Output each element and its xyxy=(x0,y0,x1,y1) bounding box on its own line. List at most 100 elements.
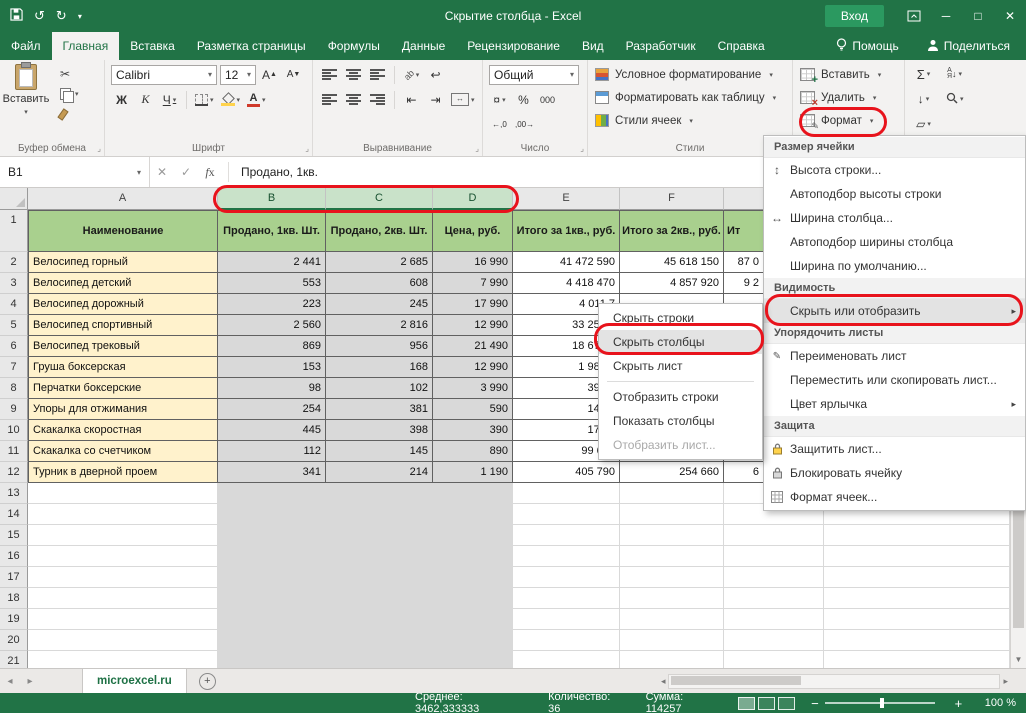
submenu-item-unhide-sheet[interactable]: Отобразить лист... xyxy=(599,433,762,457)
cell-B6[interactable]: 869 xyxy=(218,336,326,357)
close-button[interactable]: ✕ xyxy=(994,0,1026,32)
cell-B12[interactable]: 341 xyxy=(218,462,326,483)
cell-C8[interactable]: 102 xyxy=(326,378,433,399)
italic-button[interactable]: К xyxy=(135,90,156,110)
ribbon-tab-data[interactable]: Данные xyxy=(391,32,456,60)
cell-F2[interactable]: 45 618 150 xyxy=(620,252,724,273)
menu-item-tab-color[interactable]: Цвет ярлычка▸ xyxy=(764,392,1025,416)
row-header-10[interactable]: 10 xyxy=(0,420,28,441)
new-sheet-button[interactable]: + xyxy=(199,673,216,690)
font-size-select[interactable]: 12▾ xyxy=(220,65,256,85)
cell-D19[interactable] xyxy=(433,609,513,630)
cell-A7[interactable]: Груша боксерская xyxy=(28,357,218,378)
cell-F14[interactable] xyxy=(620,504,724,525)
cell-A16[interactable] xyxy=(28,546,218,567)
scroll-right-icon[interactable]: ▸ xyxy=(1003,676,1008,687)
menu-item-column-width[interactable]: ↔Ширина столбца... xyxy=(764,206,1025,230)
cell-C20[interactable] xyxy=(326,630,433,651)
cell-D17[interactable] xyxy=(433,567,513,588)
cell-C9[interactable]: 381 xyxy=(326,399,433,420)
cell-F13[interactable] xyxy=(620,483,724,504)
cell-E12[interactable]: 405 790 xyxy=(513,462,620,483)
cell-A12[interactable]: Турник в дверной проем xyxy=(28,462,218,483)
cell-H15[interactable] xyxy=(824,525,1010,546)
ribbon-tab-reference[interactable]: Справка xyxy=(707,32,776,60)
cell-A19[interactable] xyxy=(28,609,218,630)
format-painter-button[interactable] xyxy=(60,106,79,122)
cell-F19[interactable] xyxy=(620,609,724,630)
submenu-item-hide-columns[interactable]: Скрыть столбцы xyxy=(599,330,762,354)
cell-B13[interactable] xyxy=(218,483,326,504)
cell-A8[interactable]: Перчатки боксерские xyxy=(28,378,218,399)
cell-C15[interactable] xyxy=(326,525,433,546)
cell-A3[interactable]: Велосипед детский xyxy=(28,273,218,294)
cell-B14[interactable] xyxy=(218,504,326,525)
increase-decimal-button[interactable]: ←,0 xyxy=(489,115,510,135)
cancel-entry-icon[interactable]: ✕ xyxy=(150,165,174,179)
underline-button[interactable]: Ч▾ xyxy=(159,90,180,110)
merge-center-button[interactable]: ↔▾ xyxy=(449,90,477,110)
cell-A20[interactable] xyxy=(28,630,218,651)
row-header-4[interactable]: 4 xyxy=(0,294,28,315)
qat-customize-icon[interactable]: ▾ xyxy=(78,12,82,21)
cell-B9[interactable]: 254 xyxy=(218,399,326,420)
row-header-15[interactable]: 15 xyxy=(0,525,28,546)
cell-C13[interactable] xyxy=(326,483,433,504)
zoom-out-button[interactable]: − xyxy=(809,696,820,711)
increase-indent-button[interactable]: ⇥ xyxy=(425,90,446,110)
ribbon-tab-insert[interactable]: Вставка xyxy=(119,32,186,60)
align-bottom-button[interactable] xyxy=(367,65,388,85)
scroll-left-icon[interactable]: ◂ xyxy=(661,676,666,687)
menu-item-move-copy-sheet[interactable]: Переместить или скопировать лист... xyxy=(764,368,1025,392)
cell-F12[interactable]: 254 660 xyxy=(620,462,724,483)
cell-C1[interactable]: Продано, 2кв. Шт. xyxy=(326,210,433,252)
copy-button[interactable]: ▾ xyxy=(60,86,79,102)
comma-style-button[interactable]: 000 xyxy=(537,90,558,110)
insert-function-icon[interactable]: fx xyxy=(198,165,222,180)
cell-D6[interactable]: 21 490 xyxy=(433,336,513,357)
cell-D5[interactable]: 12 990 xyxy=(433,315,513,336)
cell-A6[interactable]: Велосипед трековый xyxy=(28,336,218,357)
cell-D16[interactable] xyxy=(433,546,513,567)
column-header-B[interactable]: B xyxy=(218,188,326,210)
cell-A1[interactable]: Наименование xyxy=(28,210,218,252)
cell-C18[interactable] xyxy=(326,588,433,609)
submenu-item-unhide-columns[interactable]: Показать столбцы xyxy=(599,409,762,433)
row-header-8[interactable]: 8 xyxy=(0,378,28,399)
horizontal-scrollbar[interactable]: ◂ ▸ xyxy=(661,674,1008,689)
zoom-slider-thumb[interactable] xyxy=(880,698,884,708)
cell-A10[interactable]: Скакалка скоростная xyxy=(28,420,218,441)
cell-D11[interactable]: 890 xyxy=(433,441,513,462)
delete-cells-button[interactable]: Удалить▾ xyxy=(793,86,904,109)
orientation-button[interactable]: ab▾ xyxy=(401,65,422,85)
cell-D14[interactable] xyxy=(433,504,513,525)
row-header-6[interactable]: 6 xyxy=(0,336,28,357)
cut-button[interactable]: ✂ xyxy=(60,66,79,82)
cell-H18[interactable] xyxy=(824,588,1010,609)
cell-A4[interactable]: Велосипед дорожный xyxy=(28,294,218,315)
redo-button[interactable]: ↻ xyxy=(56,8,67,24)
cell-E18[interactable] xyxy=(513,588,620,609)
cell-A9[interactable]: Упоры для отжимания xyxy=(28,399,218,420)
cell-C11[interactable]: 145 xyxy=(326,441,433,462)
row-header-19[interactable]: 19 xyxy=(0,609,28,630)
cell-C14[interactable] xyxy=(326,504,433,525)
clipboard-dialog-launcher-icon[interactable]: ⌟ xyxy=(97,144,101,153)
cell-G21[interactable] xyxy=(724,651,824,668)
row-header-3[interactable]: 3 xyxy=(0,273,28,294)
row-header-17[interactable]: 17 xyxy=(0,567,28,588)
ribbon-tab-home[interactable]: Главная xyxy=(52,32,120,60)
cell-F20[interactable] xyxy=(620,630,724,651)
cell-D3[interactable]: 7 990 xyxy=(433,273,513,294)
cell-C7[interactable]: 168 xyxy=(326,357,433,378)
cell-C2[interactable]: 2 685 xyxy=(326,252,433,273)
decrease-indent-button[interactable]: ⇤ xyxy=(401,90,422,110)
cell-H21[interactable] xyxy=(824,651,1010,668)
alignment-dialog-launcher-icon[interactable]: ⌟ xyxy=(475,144,479,153)
sign-in-button[interactable]: Вход xyxy=(825,5,884,27)
row-header-13[interactable]: 13 xyxy=(0,483,28,504)
cell-B5[interactable]: 2 560 xyxy=(218,315,326,336)
cell-B20[interactable] xyxy=(218,630,326,651)
row-header-5[interactable]: 5 xyxy=(0,315,28,336)
cell-E2[interactable]: 41 472 590 xyxy=(513,252,620,273)
